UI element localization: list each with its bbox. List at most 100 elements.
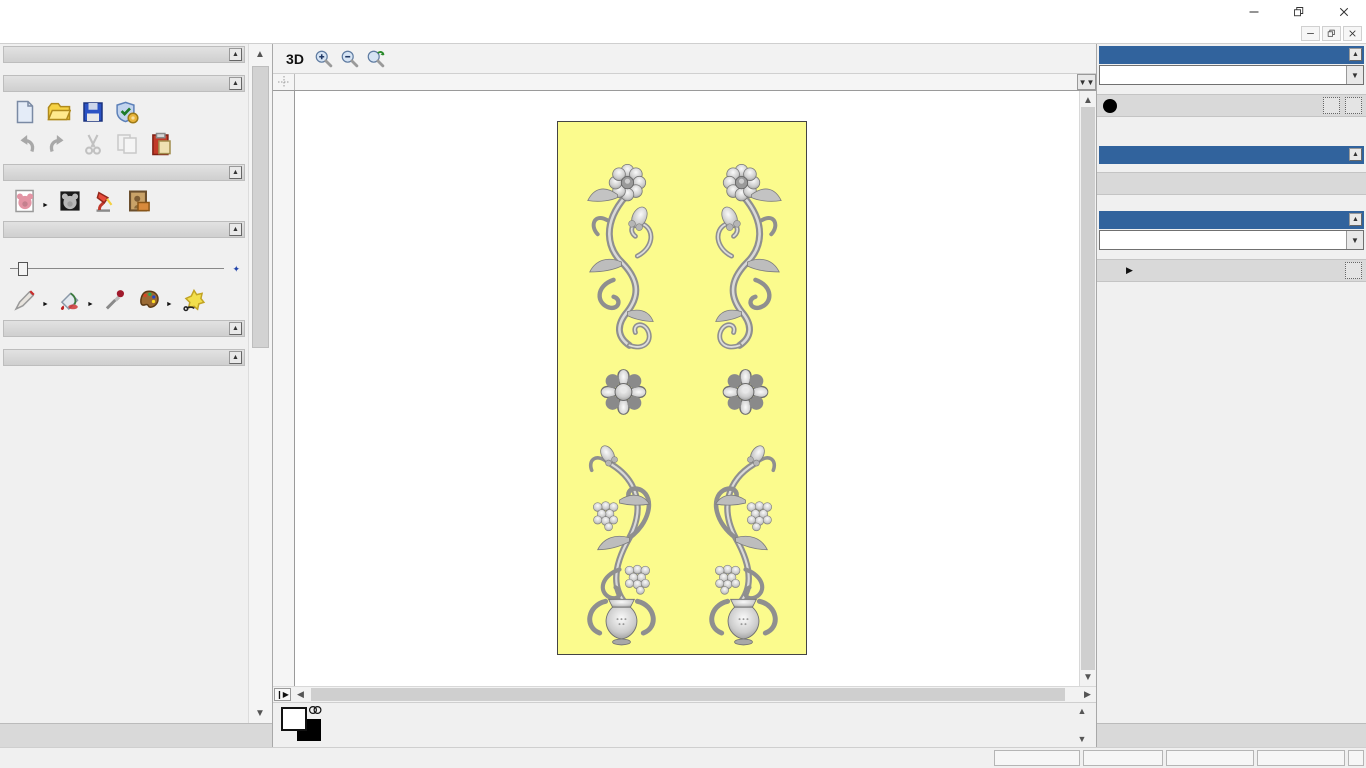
slider-track (10, 268, 224, 269)
ruler-toggle-icon[interactable]: ❙▶ (274, 688, 291, 701)
file-toolbar-row2 (0, 130, 248, 162)
open-model-icon[interactable] (44, 98, 74, 126)
teddy-dark-icon[interactable] (55, 187, 85, 215)
foreground-colour[interactable] (281, 707, 307, 731)
collapse-button[interactable]: ▲ (229, 77, 242, 90)
minimize-icon[interactable] (1231, 0, 1276, 23)
collapse-button[interactable]: ▲ (229, 322, 242, 335)
scroll-thumb[interactable] (1081, 107, 1095, 670)
light-shading-icon[interactable] (89, 187, 119, 215)
colour-palette: ▲ ▼ (273, 702, 1096, 747)
scroll-right-icon[interactable]: ▶ (1079, 687, 1096, 702)
view-3d-icon[interactable]: 3D (281, 47, 309, 71)
section-file: ▲ (3, 75, 245, 92)
ruler-row: ▼▼ (273, 74, 1096, 91)
relief-select[interactable]: ▼ (1099, 230, 1364, 250)
redo-icon[interactable] (44, 130, 74, 158)
palette-scrollbar[interactable]: ▲ ▼ (1074, 706, 1090, 744)
bitmap-layer-row[interactable] (1097, 172, 1366, 195)
expand-arrow-icon[interactable]: ▶ (1126, 265, 1133, 276)
relief-layer-row[interactable]: ▶ (1097, 259, 1366, 282)
slider-dot-icon: ✦ (232, 264, 240, 274)
flyout-arrow-icon[interactable]: ► (42, 301, 49, 308)
flood-fill-icon[interactable] (55, 286, 85, 314)
scroll-down-icon[interactable]: ▼ (1080, 669, 1096, 685)
new-model-icon[interactable] (10, 98, 40, 126)
vector-tools-grid (0, 337, 248, 347)
vectors-header: ▲ (1099, 46, 1364, 64)
scroll-down-icon[interactable]: ▼ (1078, 734, 1087, 744)
paste-icon[interactable] (146, 130, 176, 158)
model-check-icon[interactable] (112, 98, 142, 126)
reliefs-toolbar (1097, 251, 1366, 259)
vector-layer-row[interactable] (1097, 94, 1366, 117)
scroll-down-icon[interactable]: ▼ (251, 705, 269, 721)
close-icon[interactable] (1343, 25, 1362, 41)
scroll-up-icon[interactable]: ▲ (1078, 706, 1087, 716)
minimize-icon[interactable] (1301, 25, 1320, 41)
zoom-last-icon[interactable] (363, 47, 387, 71)
sheet-select[interactable]: ▼ (1099, 65, 1364, 85)
vector-layer-reorder (1097, 117, 1366, 136)
flyout-arrow-icon[interactable]: ► (42, 202, 49, 209)
palette-icon[interactable] (134, 286, 164, 314)
cursor-y (1083, 750, 1163, 766)
assistant-panel: ▲ ▲ ▲ ► ▲ ✦ ► ► ► ▲ ▲ ▲ ▼ (0, 44, 273, 747)
position-tools-grid (0, 366, 248, 376)
scroll-thumb[interactable] (311, 688, 1065, 701)
edit-pencil-icon[interactable] (1323, 97, 1340, 114)
visibility-bulb-icon[interactable] (1345, 262, 1362, 279)
bitmap-thumbnail (1101, 175, 1121, 193)
zoom-out-icon[interactable] (337, 47, 361, 71)
collapse-button[interactable]: ▲ (1349, 48, 1362, 61)
save-model-icon[interactable] (78, 98, 108, 126)
collapse-button[interactable]: ▲ (229, 223, 242, 236)
restore-icon[interactable] (1322, 25, 1341, 41)
move-down-button[interactable] (1345, 120, 1360, 134)
canvas-2d-view[interactable] (295, 91, 1079, 686)
relief-layer-reorder (1097, 282, 1366, 301)
close-icon[interactable] (1321, 0, 1366, 23)
flyout-arrow-icon[interactable]: ► (166, 301, 173, 308)
collapse-button[interactable]: ▲ (229, 166, 242, 179)
move-down-button[interactable] (1345, 285, 1360, 299)
scroll-thumb[interactable] (252, 66, 269, 348)
layers-panel: ▲ ▼ ▲ ▲ ▼ ▶ (1096, 44, 1366, 747)
move-up-button[interactable] (1327, 120, 1342, 134)
collapse-button[interactable]: ▲ (1349, 148, 1362, 161)
collapse-button[interactable]: ▲ (229, 48, 242, 61)
canvas-horizontal-scrollbar[interactable]: ❙▶ ◀ ▶ (273, 686, 1096, 702)
brush-diameter-slider[interactable]: ✦ (10, 260, 240, 278)
lock-icon[interactable] (1301, 97, 1318, 114)
restore-icon[interactable] (1276, 0, 1321, 23)
assistant-scrollbar[interactable]: ▲ ▼ (248, 44, 272, 723)
greyscale-preview-icon[interactable] (10, 187, 40, 215)
units-dropdown-button[interactable]: ▼▼ (1077, 74, 1096, 90)
visibility-bulb-icon[interactable] (1345, 97, 1362, 114)
section-project-information: ▲ (3, 46, 245, 63)
zoom-in-icon[interactable] (311, 47, 335, 71)
file-toolbar-row1 (0, 92, 248, 130)
layer-colour-swatch[interactable] (1103, 98, 1117, 113)
chevron-down-icon[interactable]: ▼ (1346, 66, 1363, 84)
flyout-arrow-icon[interactable]: ► (87, 301, 94, 308)
canvas-vertical-scrollbar[interactable]: ▲ ▼ (1079, 91, 1096, 686)
chevron-down-icon[interactable]: ▼ (1346, 231, 1363, 249)
artwork-ornaments (558, 122, 806, 654)
scroll-left-icon[interactable]: ◀ (292, 687, 309, 702)
scroll-up-icon[interactable]: ▲ (1080, 92, 1096, 108)
model-artboard[interactable] (557, 121, 807, 655)
slider-handle[interactable] (18, 262, 28, 276)
collapse-button[interactable]: ▲ (229, 351, 242, 364)
move-up-button[interactable] (1327, 285, 1342, 299)
collapse-button[interactable]: ▲ (1349, 213, 1362, 226)
reduce-colours-icon[interactable] (179, 286, 209, 314)
colour-picker-icon[interactable] (100, 286, 130, 314)
scroll-up-icon[interactable]: ▲ (251, 46, 269, 62)
cut-icon[interactable] (78, 130, 108, 158)
load-relief-image-icon[interactable] (123, 187, 153, 215)
undo-icon[interactable] (10, 130, 40, 158)
copy-icon[interactable] (112, 130, 142, 158)
paint-brush-icon[interactable] (10, 286, 40, 314)
fg-bg-colour-indicator[interactable] (279, 705, 325, 745)
